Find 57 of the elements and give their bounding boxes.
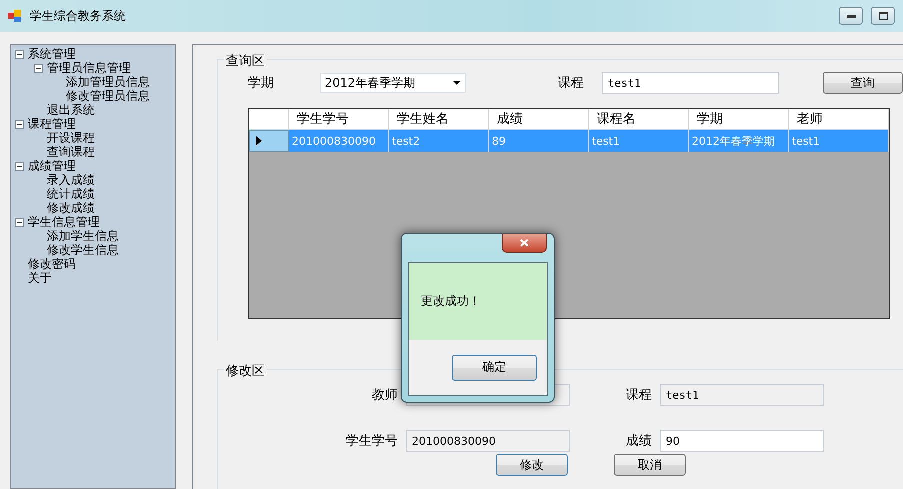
close-icon	[520, 239, 529, 247]
window-title: 学生综合教务系统	[30, 8, 127, 24]
maximize-icon	[878, 12, 888, 20]
student-id-input[interactable]: 201000830090	[406, 430, 570, 452]
tree-item[interactable]: 开设课程	[47, 130, 95, 146]
tree-item[interactable]: 系统管理	[28, 46, 76, 62]
ok-button[interactable]: 确定	[452, 354, 537, 380]
tree-item[interactable]: 管理员信息管理	[47, 60, 131, 76]
table-cell: 201000830090	[289, 130, 389, 152]
field-label: 成绩	[626, 433, 653, 450]
form-button[interactable]: 取消	[614, 454, 686, 476]
tree-item[interactable]: 修改管理员信息	[66, 88, 150, 104]
tree-item[interactable]: 添加管理员信息	[66, 74, 150, 90]
table-cell: test1	[589, 130, 689, 152]
collapse-toggle-icon[interactable]	[15, 162, 24, 170]
tree-item[interactable]: 课程管理	[28, 116, 76, 132]
group-title: 修改区	[224, 362, 267, 380]
course-input[interactable]: test1	[660, 384, 824, 406]
collapse-toggle-icon[interactable]	[34, 64, 43, 72]
tree-item[interactable]: 添加学生信息	[47, 228, 119, 244]
table-cell: test1	[789, 130, 889, 152]
dropdown-caret-icon	[453, 81, 461, 85]
field-label: 学期	[248, 75, 275, 92]
collapse-toggle-icon[interactable]	[15, 120, 24, 128]
row-header[interactable]	[249, 130, 289, 152]
app-icon	[8, 9, 22, 23]
current-row-icon	[256, 136, 262, 146]
tree-item[interactable]: 修改密码	[28, 256, 76, 272]
dialog-message: 更改成功！	[421, 293, 481, 310]
tree-item[interactable]: 查询课程	[47, 144, 95, 160]
tree-item[interactable]: 退出系统	[47, 102, 95, 118]
tree-item[interactable]: 录入成绩	[47, 172, 95, 188]
form-button[interactable]: 修改	[496, 454, 568, 476]
group-title: 查询区	[224, 52, 267, 70]
tree-item[interactable]: 成绩管理	[28, 158, 76, 174]
maximize-button[interactable]	[871, 7, 895, 25]
field-label: 学生学号	[345, 433, 398, 450]
tree-item[interactable]: 学生信息管理	[28, 214, 100, 230]
term-dropdown[interactable]: 2012年春季学期	[320, 73, 466, 93]
table-cell: 89	[489, 130, 589, 152]
table-cell: 2012年春季学期	[689, 130, 789, 152]
field-label: 教师	[371, 387, 398, 404]
table-cell: test2	[389, 130, 489, 152]
field-label: 课程	[558, 75, 585, 92]
field-label: 课程	[626, 387, 653, 404]
tree-item[interactable]: 统计成绩	[47, 186, 95, 202]
course-input[interactable]: test1	[602, 72, 779, 94]
tree-item[interactable]: 关于	[28, 270, 52, 286]
close-button[interactable]	[502, 234, 547, 253]
minimize-icon	[846, 14, 856, 18]
collapse-toggle-icon[interactable]	[15, 50, 24, 58]
score-input[interactable]: 90	[660, 430, 824, 452]
collapse-toggle-icon[interactable]	[15, 218, 24, 226]
tree-item[interactable]: 修改学生信息	[47, 242, 119, 258]
query-button[interactable]: 查询	[823, 72, 903, 94]
tree-item[interactable]: 修改成绩	[47, 200, 95, 216]
minimize-button[interactable]	[839, 7, 863, 25]
